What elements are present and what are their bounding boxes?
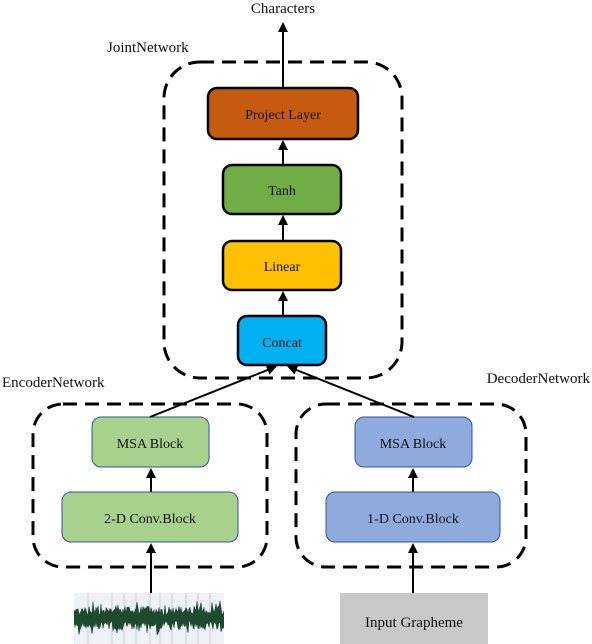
audio-waveform-input [74, 593, 224, 644]
linear-label: Linear [264, 260, 301, 275]
concat-block: Concat [236, 314, 328, 367]
project-layer-label: Project Layer [245, 108, 321, 123]
encoder-conv-block: 2-D Conv.Block [61, 491, 239, 543]
project-layer-block: Project Layer [206, 86, 360, 141]
input-grapheme-box: Input Grapheme [340, 593, 488, 644]
joint-network-label: JointNetwork [107, 40, 189, 56]
decoder-conv-block: 1-D Conv.Block [325, 491, 501, 543]
tanh-label: Tanh [268, 184, 296, 199]
decoder-network-label: DecoderNetwork [487, 371, 591, 387]
input-grapheme-label: Input Grapheme [365, 615, 463, 631]
decoder-msa-label: MSA Block [380, 437, 447, 452]
encoder-conv-label: 2-D Conv.Block [104, 512, 196, 527]
concat-label: Concat [262, 336, 302, 351]
architecture-diagram: Characters JointNetwork Project Layer Ta… [2, 1, 591, 644]
decoder-conv-label: 1-D Conv.Block [367, 512, 459, 527]
encoder-msa-block: MSA Block [91, 416, 210, 468]
output-label: Characters [251, 1, 315, 17]
encoder-msa-label: MSA Block [117, 437, 184, 452]
arrow-encoder-to-concat [149, 365, 277, 418]
tanh-block: Tanh [221, 163, 343, 216]
decoder-msa-block: MSA Block [354, 416, 473, 468]
linear-block: Linear [221, 239, 343, 292]
encoder-network-label: EncoderNetwork [2, 375, 105, 391]
